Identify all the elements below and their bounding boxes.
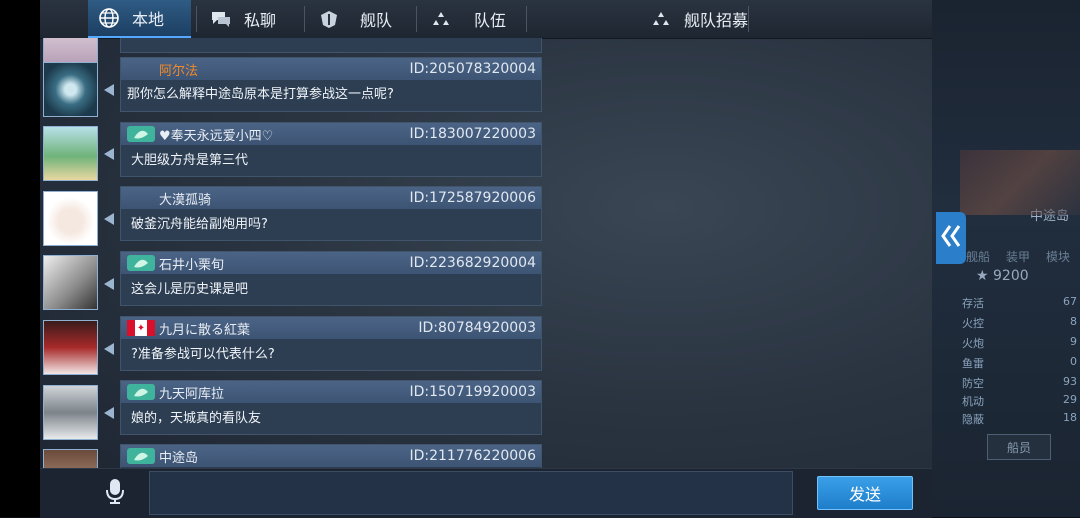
left-edge [0,0,40,517]
message-text: 娘的，天城真的看队友 [131,411,262,426]
fleet-icon [316,6,342,32]
message-bubble: 九天阿库拉 ID:150719920003 娘的，天城真的看队友 [120,380,542,435]
sender-name[interactable]: 九月に散る紅葉 [159,319,250,338]
sender-name[interactable]: 石井小栗旬 [159,254,224,273]
tab-team[interactable]: 队伍 [420,0,528,38]
stat-row: 防空 93 [962,375,1077,390]
message-text: 这会儿是历史课是吧 [131,282,249,297]
tab-local[interactable]: 本地 [88,0,191,38]
sender-id: ID:223682920004 [409,255,536,271]
stat-row: 火控 8 [962,315,1077,330]
sender-id: ID:172587920006 [409,190,536,206]
message-list[interactable]: 阿尔法 ID:205078320004 那你怎么解释中途岛原本是打算参战这一点呢… [40,38,560,468]
team-icon [428,6,454,32]
bubble-pointer [104,213,114,225]
stat-row: 鱼雷 0 [962,355,1077,370]
tab-divider [526,6,527,32]
message-text: 破釜沉舟能给副炮用吗? [131,217,268,232]
tab-fleet-label: 舰队 [360,11,393,30]
tab-fleet[interactable]: 舰队 [308,0,416,38]
canada-flag-icon: ✦ [127,320,155,336]
message-bubble: ✦ 九月に散る紅葉 ID:80784920003 ?准备参战可以代表什么? [120,316,542,371]
ship-flag-image [960,150,1080,215]
avatar[interactable] [43,126,98,181]
stat-row: 机动 29 [962,393,1077,408]
avatar[interactable] [43,320,98,375]
globe-icon [96,5,122,31]
voice-button[interactable] [100,477,130,509]
double-chevron-left-icon [940,223,962,253]
stat-row: 隐蔽 18 [962,411,1077,426]
send-button[interactable]: 发送 [817,476,913,510]
avatar[interactable] [43,191,98,246]
leaf-badge-icon [127,448,155,464]
tab-fleet-recruit-label: 舰队招募 [684,11,749,30]
sender-name[interactable]: 大漠孤骑 [159,189,211,208]
message-text: 大胆级方舟是第三代 [131,153,249,168]
message-bubble [120,38,542,53]
tab-divider [748,6,749,32]
sender-name[interactable]: 阿尔法 [159,60,198,79]
avatar[interactable] [43,255,98,310]
sender-id: ID:183007220003 [409,126,536,142]
leaf-badge-icon [127,384,155,400]
tab-local-label: 本地 [132,10,165,29]
sender-name[interactable]: 九天阿库拉 [159,383,224,402]
collapse-panel-button[interactable] [936,212,966,264]
tab-divider [304,6,305,32]
message-bubble: 中途岛 ID:211776220006 [120,444,542,468]
message-text: ?准备参战可以代表什么? [131,347,275,362]
bubble-pointer [104,278,114,290]
message-text: 那你怎么解释中途岛原本是打算参战这一点呢? [127,87,394,102]
bubble-pointer [104,343,114,355]
bubble-pointer [104,407,114,419]
side-tab-module[interactable]: 模块 [1046,248,1070,265]
bubble-pointer [104,84,114,96]
microphone-icon [104,477,126,509]
side-tab-ship[interactable]: 舰船 [966,248,990,265]
chat-input[interactable] [149,471,793,515]
avatar[interactable] [43,62,98,117]
power-rating: ★ 9200 [976,268,1029,284]
message-bubble: 石井小栗旬 ID:223682920004 这会儿是历史课是吧 [120,251,542,306]
message-bubble: ♥奉天永远爱小四♡ ID:183007220003 大胆级方舟是第三代 [120,122,542,177]
chat-tab-bar: 本地 私聊 舰队 队伍 舰队招募 [40,0,932,39]
tab-divider [416,6,417,32]
crew-button[interactable]: 船员 [987,434,1051,460]
side-tab-armor[interactable]: 装甲 [1006,248,1030,265]
sender-id: ID:205078320004 [409,61,536,77]
tab-fleet-recruit[interactable]: 舰队招募 [640,0,758,38]
tab-divider [196,6,197,32]
avatar[interactable] [43,385,98,440]
avatar[interactable] [43,449,98,468]
sender-id: ID:150719920003 [409,384,536,400]
chat-icon [208,6,234,32]
tab-private[interactable]: 私聊 [200,0,308,38]
tab-private-label: 私聊 [244,11,277,30]
recruit-icon [648,6,674,32]
sender-id: ID:80784920003 [418,320,536,336]
message-bubble: 阿尔法 ID:205078320004 那你怎么解释中途岛原本是打算参战这一点呢… [120,57,542,112]
stat-row: 火炮 9 [962,335,1077,350]
sender-name[interactable]: 中途岛 [159,447,198,466]
tab-team-label: 队伍 [474,11,507,30]
leaf-badge-icon [127,255,155,271]
sender-name[interactable]: ♥奉天永远爱小四♡ [159,125,273,144]
message-bubble: 大漠孤骑 ID:172587920006 破釜沉舟能给副炮用吗? [120,186,542,241]
bubble-pointer [104,148,114,160]
stat-row: 存活 67 [962,295,1077,310]
leaf-badge-icon [127,126,155,142]
sender-id: ID:211776220006 [409,448,536,464]
